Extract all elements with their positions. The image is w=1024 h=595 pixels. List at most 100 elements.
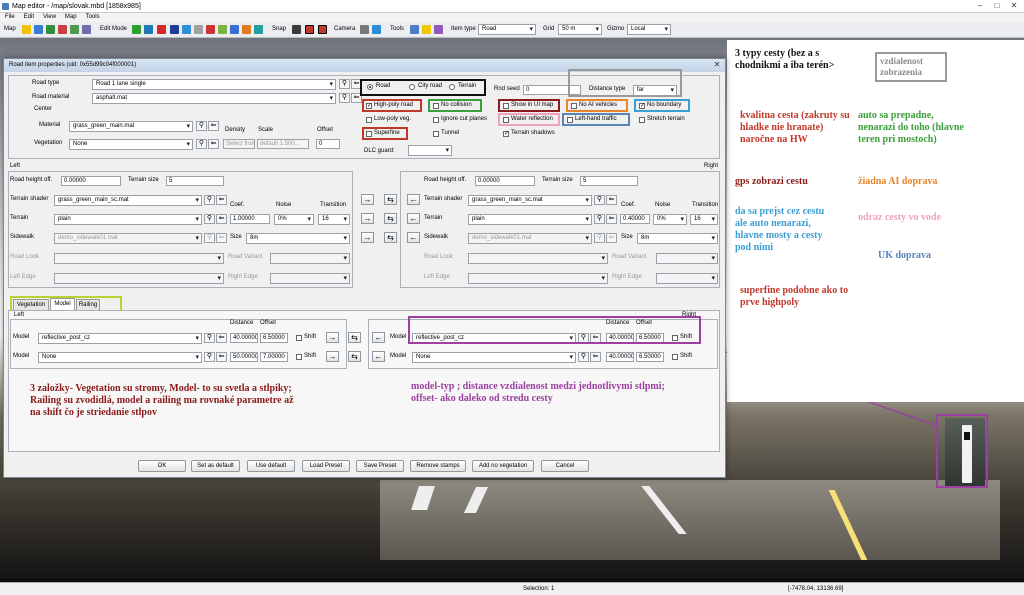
- left-shader-search-icon[interactable]: ⚲: [204, 195, 215, 205]
- left-road-variant-select[interactable]: [270, 253, 350, 264]
- left-shader-pick-icon[interactable]: ⇐: [216, 195, 227, 205]
- right-model2-pick-icon[interactable]: ⇐: [590, 352, 601, 362]
- dlc-guard-select[interactable]: [408, 145, 452, 156]
- left-model-distance-2[interactable]: 50.00000: [230, 352, 258, 362]
- left-model-offset-2[interactable]: 7.00000: [260, 352, 288, 362]
- tab-model[interactable]: Model: [50, 298, 75, 310]
- left-model-distance-1[interactable]: 40.00000: [230, 333, 258, 343]
- right-road-height-field[interactable]: 0.00000: [475, 176, 535, 186]
- low-poly-veg-checkbox[interactable]: [366, 117, 372, 123]
- right-coef-field[interactable]: 0.40000: [620, 214, 650, 224]
- right-model-copy-button-1[interactable]: ←: [372, 332, 385, 343]
- right-right-edge-select[interactable]: [656, 273, 718, 284]
- left-coef-field[interactable]: 1.00000: [230, 214, 270, 224]
- right-terrain-size-field[interactable]: 5: [580, 176, 638, 186]
- swap-model-button-1[interactable]: ⇆: [348, 332, 361, 343]
- water-reflection-checkbox[interactable]: [503, 117, 509, 123]
- distance-type-select[interactable]: far: [633, 85, 677, 96]
- right-size-select[interactable]: 8m: [637, 233, 718, 244]
- use-default-button[interactable]: Use default: [247, 460, 295, 472]
- tab-railing[interactable]: Railing: [76, 299, 100, 310]
- right-road-variant-select[interactable]: [656, 253, 718, 264]
- save-preset-button[interactable]: Save Preset: [356, 460, 404, 472]
- set-as-default-button[interactable]: Set as default: [191, 460, 240, 472]
- left-terrain-pick-icon[interactable]: ⇐: [216, 214, 227, 224]
- right-left-edge-select[interactable]: [468, 273, 608, 284]
- right-model2-search-icon[interactable]: ⚲: [578, 352, 589, 362]
- ok-button[interactable]: OK: [138, 460, 186, 472]
- copy-left-sidewalk-button[interactable]: ←: [407, 232, 420, 243]
- vegetation-select[interactable]: None: [69, 139, 193, 150]
- left-shift-checkbox-1[interactable]: [296, 335, 302, 341]
- copy-right-terrain-button[interactable]: →: [361, 213, 374, 224]
- no-collision-checkbox[interactable]: [433, 103, 439, 109]
- no-boundary-checkbox[interactable]: ✓: [639, 103, 645, 109]
- right-noise-select[interactable]: 0%: [653, 214, 687, 225]
- right-shader-search-icon[interactable]: ⚲: [594, 195, 605, 205]
- right-shader-pick-icon[interactable]: ⇐: [606, 195, 617, 205]
- right-shift-checkbox-2[interactable]: [672, 354, 678, 360]
- remove-stamps-button[interactable]: Remove stamps: [410, 460, 466, 472]
- right-model-copy-button-2[interactable]: ←: [372, 351, 385, 362]
- cancel-button[interactable]: Cancel: [541, 460, 589, 472]
- road-material-search-icon[interactable]: ⚲: [339, 93, 350, 103]
- swap-sidewalk-button[interactable]: ⇆: [384, 232, 397, 243]
- radio-road[interactable]: [367, 84, 373, 90]
- left-model-select-1[interactable]: reflective_post_cz: [38, 333, 202, 344]
- vegetation-offset-field[interactable]: 0: [316, 139, 340, 149]
- swap-shader-button[interactable]: ⇆: [384, 194, 397, 205]
- copy-right-sidewalk-button[interactable]: →: [361, 232, 374, 243]
- right-terrain-search-icon[interactable]: ⚲: [594, 214, 605, 224]
- left-sidewalk-select[interactable]: demo_sidewalk01.mat: [54, 233, 202, 244]
- left-model-select-2[interactable]: None: [38, 352, 202, 363]
- right-sidewalk-select[interactable]: demo_sidewalk01.mat: [468, 233, 592, 244]
- stretch-terrain-checkbox[interactable]: [639, 117, 645, 123]
- swap-model-button-2[interactable]: ⇆: [348, 351, 361, 362]
- left-road-look-select[interactable]: [54, 253, 224, 264]
- left-model-search-icon[interactable]: ⚲: [204, 333, 215, 343]
- right-transition-select[interactable]: 16: [690, 214, 718, 225]
- left-model-pick-icon[interactable]: ⇐: [216, 333, 227, 343]
- copy-right-shader-button[interactable]: →: [361, 194, 374, 205]
- tab-vegetation[interactable]: Vegetation: [13, 299, 49, 310]
- road-type-search-icon[interactable]: ⚲: [339, 79, 350, 89]
- left-transition-select[interactable]: 16: [318, 214, 350, 225]
- right-road-look-select[interactable]: [468, 253, 608, 264]
- left-terrain-size-field[interactable]: 5: [166, 176, 224, 186]
- center-material-select[interactable]: grass_green_main.mat: [69, 121, 193, 132]
- left-model2-search-icon[interactable]: ⚲: [204, 352, 215, 362]
- superfine-checkbox[interactable]: [366, 131, 372, 137]
- right-terrain-shader-select[interactable]: grass_green_main_sc.mat: [468, 195, 592, 206]
- tunnel-checkbox[interactable]: [433, 131, 439, 137]
- left-model-copy-button-2[interactable]: →: [326, 351, 339, 362]
- left-sidewalk-search-icon[interactable]: ⚲: [204, 233, 215, 243]
- road-type-select[interactable]: Road 1 lane single: [92, 79, 336, 90]
- left-sidewalk-pick-icon[interactable]: ⇐: [216, 233, 227, 243]
- vegetation-search-icon[interactable]: ⚲: [196, 139, 207, 149]
- load-preset-button[interactable]: Load Preset: [302, 460, 350, 472]
- radio-city-road[interactable]: [409, 84, 415, 90]
- material-search-icon[interactable]: ⚲: [196, 121, 207, 131]
- right-terrain-pick-icon[interactable]: ⇐: [606, 214, 617, 224]
- left-right-edge-select[interactable]: [270, 273, 350, 284]
- left-size-select[interactable]: 8m: [246, 233, 350, 244]
- left-left-edge-select[interactable]: [54, 273, 224, 284]
- left-terrain-shader-select[interactable]: grass_green_main_sc.mat: [54, 195, 202, 206]
- swap-terrain-button[interactable]: ⇆: [384, 213, 397, 224]
- add-no-vegetation-button[interactable]: Add no vegetation: [472, 460, 534, 472]
- high-poly-checkbox[interactable]: ✓: [366, 103, 372, 109]
- dialog-close-icon[interactable]: ✕: [709, 59, 725, 71]
- material-pick-icon[interactable]: ⇐: [208, 121, 219, 131]
- left-road-height-field[interactable]: 0.00000: [61, 176, 121, 186]
- terrain-shadows-checkbox[interactable]: ✓: [503, 131, 509, 137]
- copy-left-shader-button[interactable]: ←: [407, 194, 420, 205]
- right-model-offset-2[interactable]: 6.50000: [636, 352, 664, 362]
- right-sidewalk-search-icon[interactable]: ⚲: [594, 233, 605, 243]
- right-model-distance-2[interactable]: 40.00000: [606, 352, 634, 362]
- radio-terrain[interactable]: [449, 84, 455, 90]
- right-terrain-select[interactable]: plain: [468, 214, 592, 225]
- vegetation-pick-icon[interactable]: ⇐: [208, 139, 219, 149]
- left-terrain-select[interactable]: plain: [54, 214, 202, 225]
- show-ui-map-checkbox[interactable]: [503, 103, 509, 109]
- copy-left-terrain-button[interactable]: ←: [407, 213, 420, 224]
